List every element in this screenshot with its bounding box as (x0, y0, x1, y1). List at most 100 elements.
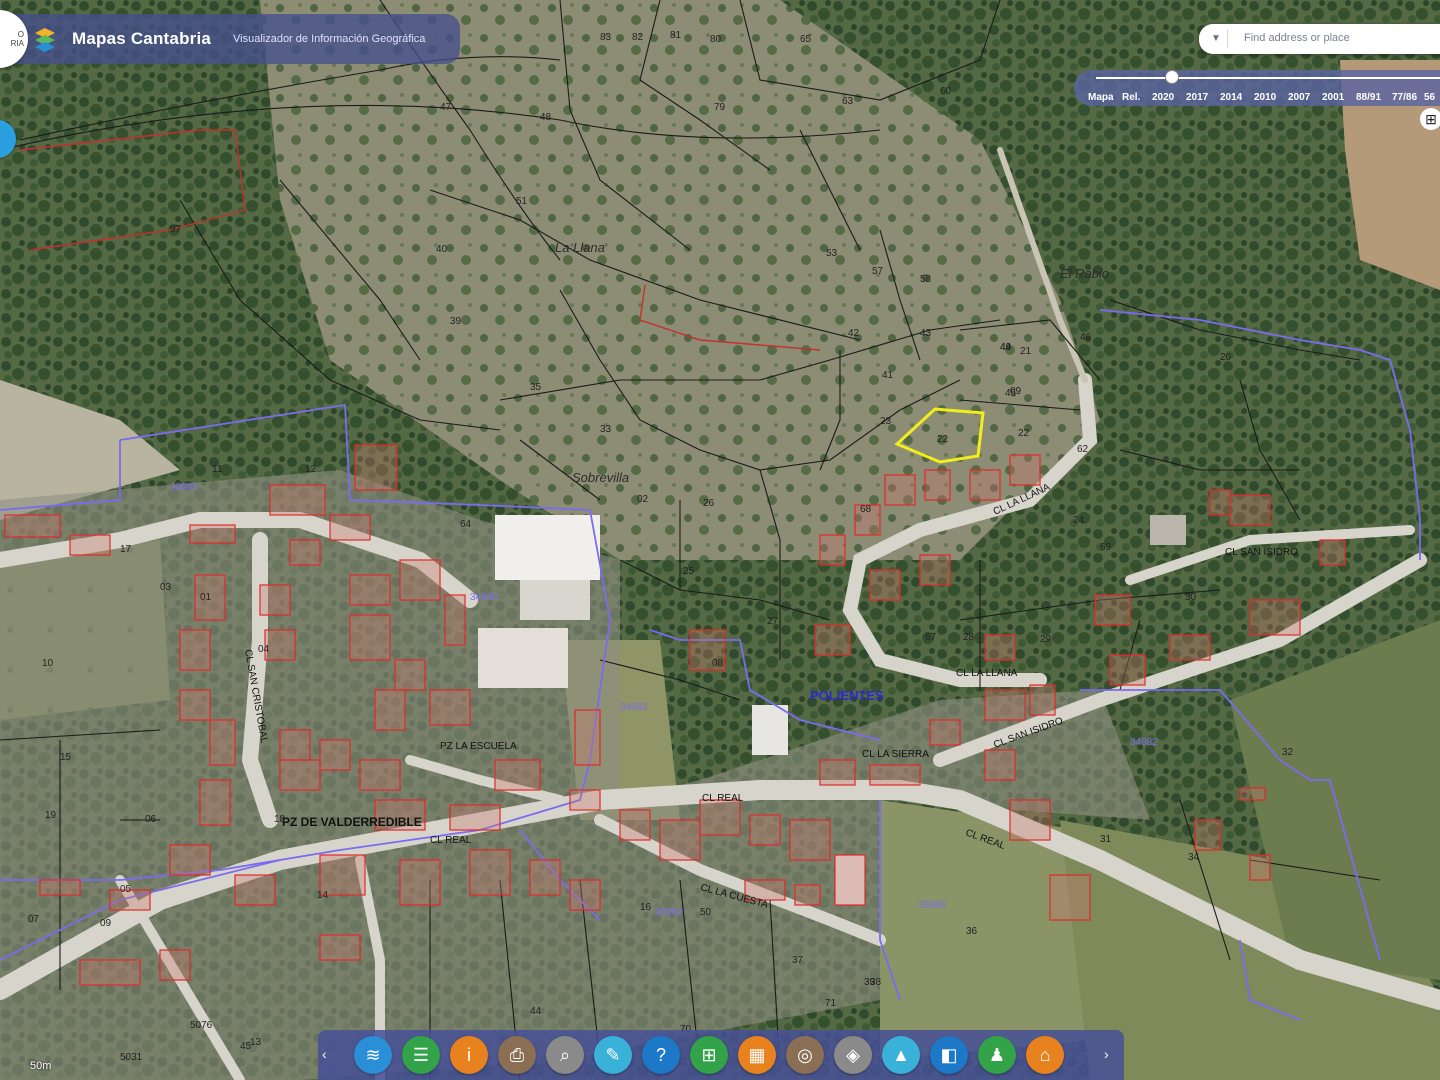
parcel-number: 10 (42, 658, 54, 669)
parcel-number: 58 (920, 274, 932, 285)
add-data-icon[interactable]: ⊞ (690, 1036, 728, 1074)
app-title: Mapas Cantabria (72, 29, 212, 48)
timeline-label[interactable]: 2007 (1288, 92, 1322, 103)
basemap-gallery-icon[interactable]: ⊞ (1420, 108, 1440, 130)
parcel-number: 08 (712, 658, 724, 669)
cadastre-icon[interactable]: ⌂ (1026, 1036, 1064, 1074)
parcel-number: 57 (872, 266, 884, 277)
help-icon[interactable]: ? (642, 1036, 680, 1074)
parcel-number: 19 (45, 810, 57, 821)
parcel-number: 22 (937, 434, 949, 445)
grid-icon[interactable]: ▦ (738, 1036, 776, 1074)
parcel-number: 79 (714, 102, 726, 113)
parcel-number: 18 (274, 814, 286, 825)
scale-bar: 50m (30, 1060, 52, 1072)
chevron-down-icon[interactable]: ▼ (1205, 30, 1228, 48)
parcel-number: 63 (842, 96, 854, 107)
parcel-number: 20 (1220, 352, 1232, 363)
timeline-label[interactable]: 56 (1424, 92, 1440, 103)
timeline-label[interactable]: 2014 (1220, 92, 1254, 103)
parcel-number: 12 (305, 464, 317, 475)
street-label: CL LA LLANA (956, 668, 1018, 679)
parcel-number: 37 (792, 955, 804, 966)
street-label: CL REAL (702, 793, 744, 804)
timeline-slider-handle[interactable] (1165, 70, 1179, 84)
parcel-number: 01 (200, 592, 212, 603)
parcel-number: 23 (880, 416, 892, 427)
parcel-number: 35 (530, 382, 542, 393)
parcel-number: 48 (540, 112, 552, 123)
parcel-number: 64 (460, 519, 472, 530)
parcel-number: 39 (450, 316, 462, 327)
parcel-number: 04 (258, 644, 270, 655)
parcel-number: 32 (1282, 747, 1294, 758)
parcel-number: 40 (436, 244, 448, 255)
parcel-number: 09 (1010, 386, 1022, 397)
parcel-number: 43 (920, 328, 932, 339)
measure-icon[interactable]: ◈ (834, 1036, 872, 1074)
timeline-track[interactable] (1096, 77, 1440, 79)
parcel-number: 25 (683, 566, 695, 577)
parcel-number: 26 (703, 498, 715, 509)
layers-stack-icon (35, 28, 55, 52)
place-label: Sobrevilla (572, 470, 629, 485)
logo-text: RIA (10, 39, 24, 48)
timeline-label[interactable]: 88/91 (1356, 92, 1392, 103)
government-logo[interactable]: O RIA (0, 10, 28, 68)
zone-label: 35986 (918, 900, 946, 911)
print-icon[interactable]: ⎙ (498, 1036, 536, 1074)
legend-icon[interactable]: ☰ (402, 1036, 440, 1074)
street-label: CL REAL (430, 835, 472, 846)
layers-icon[interactable]: ≋ (354, 1036, 392, 1074)
timeline-label[interactable]: 77/86 (1392, 92, 1424, 103)
parcel-number: 03 (160, 582, 172, 593)
parcel-number: 29 (1040, 634, 1052, 645)
parcel-number: 30 (1185, 592, 1197, 603)
parcel-number: 17 (120, 544, 132, 555)
parcel-number: 68 (860, 504, 872, 515)
parcel-number: 60 (940, 86, 952, 97)
draw-icon[interactable]: ✎ (594, 1036, 632, 1074)
logo-text: O (17, 30, 24, 39)
parcel-number: 51 (516, 196, 528, 207)
orthophoto-map[interactable]: La Llana El Rabio Sobrevilla POLIENTES P… (0, 0, 1440, 1080)
streetview-icon[interactable]: ♟ (978, 1036, 1016, 1074)
query-icon[interactable]: ⌕ (546, 1036, 584, 1074)
bottom-toolbar: ‹ › ≋ ☰ i ⎙ ⌕ ✎? ⊞ ▦ ◎ ◈ ▲ ◧ ♟ ⌂ (318, 1030, 1124, 1080)
parcel-number: 49 (1000, 342, 1012, 353)
street-label: PZ LA ESCUELA (440, 741, 517, 752)
toolbar-scroll-right-icon[interactable]: › (1104, 1046, 1109, 1062)
timeline-labels: Mapa Rel. 2020 2017 2014 2010 2007 2001 88/91 77/… (1088, 92, 1440, 103)
parcel-number: 42 (848, 328, 860, 339)
timeline-label[interactable]: 2020 (1152, 92, 1186, 103)
locate-icon[interactable]: ◎ (786, 1036, 824, 1074)
timeline-label[interactable]: 2017 (1186, 92, 1220, 103)
parcel-number: 50 (700, 907, 712, 918)
profile-icon[interactable]: ▲ (882, 1036, 920, 1074)
zone-label: 34980 (470, 592, 498, 603)
street-label: CL LA SIERRA (862, 749, 929, 760)
street-label: CL SAN ISIDRO (1225, 547, 1298, 558)
info-icon[interactable]: i (450, 1036, 488, 1074)
toolbar-scroll-left-icon[interactable]: ‹ (322, 1046, 327, 1062)
parcel-number: 05 (120, 884, 132, 895)
imagery-timeline[interactable]: Mapa Rel. 2020 2017 2014 2010 2007 2001 88/91 77/… (1074, 70, 1440, 106)
parcel-number: 44 (530, 1006, 542, 1017)
timeline-label[interactable]: 2010 (1254, 92, 1288, 103)
building-roof (478, 628, 568, 688)
parcel-number: 34 (1188, 852, 1200, 863)
address-search[interactable]: ▼ Find address or place (1199, 24, 1440, 54)
zone-label: 34982 (1130, 737, 1158, 748)
parcel-number: 24 (1073, 515, 1085, 526)
timeline-label[interactable]: Mapa (1088, 92, 1122, 103)
app-subtitle: Visualizador de Información Geográfica (233, 33, 426, 45)
building-roof (1150, 515, 1186, 545)
timeline-label[interactable]: 2001 (1322, 92, 1356, 103)
parcel-number: 46 (1080, 332, 1092, 343)
parcel-number: 47 (440, 102, 452, 113)
parcel-number: 39 (864, 977, 876, 988)
timeline-label[interactable]: Rel. (1122, 92, 1152, 103)
compare-icon[interactable]: ◧ (930, 1036, 968, 1074)
street-label: PZ DE VALDERREDIBLE (282, 815, 422, 829)
parcel-number: 41 (882, 370, 894, 381)
